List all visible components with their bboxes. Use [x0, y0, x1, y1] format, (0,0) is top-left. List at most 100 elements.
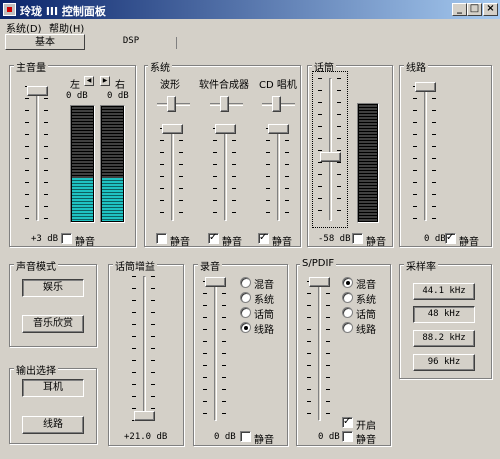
menu-help[interactable]: 帮助(H) — [49, 20, 84, 35]
wave-mute-checkbox[interactable] — [156, 233, 167, 244]
record-slider-ticks — [203, 281, 207, 421]
minimize-button[interactable]: _ — [452, 3, 467, 16]
synth-slider-thumb[interactable] — [215, 124, 236, 134]
master-slider-track[interactable] — [36, 86, 39, 221]
line-mute-label: 静音 — [459, 237, 479, 248]
record-mute-label: 静音 — [254, 435, 274, 446]
wave-balance-thumb[interactable] — [167, 96, 176, 112]
record-mix-radio[interactable] — [240, 277, 251, 288]
spdif-enable-checkbox[interactable] — [342, 416, 353, 428]
master-slider-ticks — [25, 86, 29, 221]
rate-48k-button[interactable]: 48 kHz — [413, 306, 475, 323]
mic-gain-slider-track[interactable] — [143, 276, 146, 421]
record-system-label: 系统 — [254, 295, 274, 306]
mic-slider-thumb[interactable] — [320, 151, 341, 162]
tab-strip: 基本 DSP — [0, 34, 500, 51]
synth-mute-checkbox[interactable] — [208, 232, 219, 244]
mode-entertainment-button[interactable]: 娱乐 — [22, 279, 84, 297]
record-mic-radio[interactable] — [240, 307, 251, 318]
spdif-mute-checkbox[interactable] — [342, 431, 353, 442]
spdif-line-label: 线路 — [356, 325, 376, 336]
line-slider-track[interactable] — [424, 86, 427, 221]
synth-slider-ticks — [213, 128, 217, 221]
wave-mute-label: 静音 — [170, 237, 190, 248]
spdif-system-radio[interactable] — [342, 292, 353, 303]
spdif-enable-label: 开启 — [356, 421, 376, 432]
wave-slider-track[interactable] — [171, 128, 174, 221]
cd-slider-track[interactable] — [277, 128, 280, 221]
spdif-mix-radio[interactable] — [342, 277, 353, 288]
master-level-label: +3 dB — [31, 234, 59, 244]
record-slider-track[interactable] — [214, 281, 217, 421]
system-title: 系统 — [148, 59, 172, 74]
wave-slider-ticks — [160, 128, 164, 221]
line-mute-checkbox[interactable] — [445, 232, 456, 244]
cd-slider-thumb[interactable] — [268, 124, 289, 134]
mic-slider-ticks-right — [337, 78, 341, 221]
spdif-mic-label: 话筒 — [356, 310, 376, 321]
spdif-title: S/PDIF — [300, 258, 337, 269]
master-left-label: 左 — [70, 80, 80, 91]
synth-mute-label: 静音 — [222, 237, 242, 248]
cd-slider-ticks-right — [285, 128, 289, 221]
output-headphone-button[interactable]: 耳机 — [22, 379, 84, 397]
tab-basic[interactable]: 基本 — [5, 34, 85, 50]
cd-balance-thumb[interactable] — [272, 96, 281, 112]
cd-mute-checkbox[interactable] — [258, 232, 269, 244]
balance-right-arrow[interactable]: ▶ — [100, 76, 110, 86]
synth-slider-track[interactable] — [224, 128, 227, 221]
balance-left-arrow[interactable]: ◀ — [84, 76, 94, 86]
menu-system[interactable]: 系统(D) — [6, 20, 42, 35]
output-line-button[interactable]: 线路 — [22, 416, 84, 434]
record-line-radio[interactable] — [240, 322, 251, 333]
sample-rate-title: 采样率 — [404, 258, 438, 273]
mic-gain-title: 话筒增益 — [113, 258, 157, 273]
master-right-db: 0 dB — [107, 91, 129, 101]
synth-balance-thumb[interactable] — [220, 96, 229, 112]
channel-wave-label: 波形 — [160, 80, 180, 91]
record-slider-ticks-right — [222, 281, 226, 421]
record-mic-label: 话筒 — [254, 310, 274, 321]
rate-44k-button[interactable]: 44.1 kHz — [413, 283, 475, 300]
master-slider-ticks-right — [44, 86, 48, 221]
record-mix-label: 混音 — [254, 280, 274, 291]
record-level-label: 0 dB — [214, 432, 236, 442]
wave-slider-ticks-right — [179, 128, 183, 221]
record-title: 录音 — [198, 258, 222, 273]
mic-gain-level-label: +21.0 dB — [124, 432, 168, 442]
rate-88k-button[interactable]: 88.2 kHz — [413, 330, 475, 347]
meter-segments — [359, 105, 377, 221]
master-slider-thumb[interactable] — [27, 85, 48, 96]
menu-bar: 系统(D) 帮助(H) — [0, 19, 500, 35]
sound-mode-group — [9, 264, 97, 347]
master-meter-right — [100, 105, 125, 223]
record-mute-checkbox[interactable] — [240, 431, 251, 442]
tab-separator — [176, 37, 177, 49]
spdif-slider-ticks-right — [326, 281, 330, 421]
spdif-level-label: 0 dB — [318, 432, 340, 442]
close-button[interactable]: × — [483, 3, 498, 16]
spdif-slider-track[interactable] — [318, 281, 321, 421]
mic-level-label: -58 dB — [318, 234, 351, 244]
mic-slider-track[interactable] — [329, 78, 332, 221]
title-bar[interactable]: 玲珑 III 控制面板 _ □ × — [0, 0, 500, 19]
master-meter-left — [70, 105, 95, 223]
tab-dsp[interactable]: DSP — [96, 34, 166, 50]
line-slider-thumb[interactable] — [415, 82, 436, 92]
app-icon[interactable] — [3, 3, 16, 16]
record-system-radio[interactable] — [240, 292, 251, 303]
maximize-button[interactable]: □ — [467, 3, 482, 16]
wave-slider-thumb[interactable] — [162, 124, 183, 134]
meter-level — [102, 178, 123, 221]
rate-96k-button[interactable]: 96 kHz — [413, 354, 475, 371]
spdif-line-radio[interactable] — [342, 322, 353, 333]
record-slider-thumb[interactable] — [205, 277, 226, 287]
spdif-slider-thumb[interactable] — [309, 277, 330, 287]
cd-slider-ticks — [266, 128, 270, 221]
mic-gain-slider-thumb[interactable] — [134, 410, 155, 421]
mode-music-button[interactable]: 音乐欣赏 — [22, 315, 84, 333]
master-volume-title: 主音量 — [14, 59, 48, 74]
spdif-mic-radio[interactable] — [342, 307, 353, 318]
master-mute-checkbox[interactable] — [61, 233, 72, 244]
mic-mute-checkbox[interactable] — [352, 233, 363, 244]
